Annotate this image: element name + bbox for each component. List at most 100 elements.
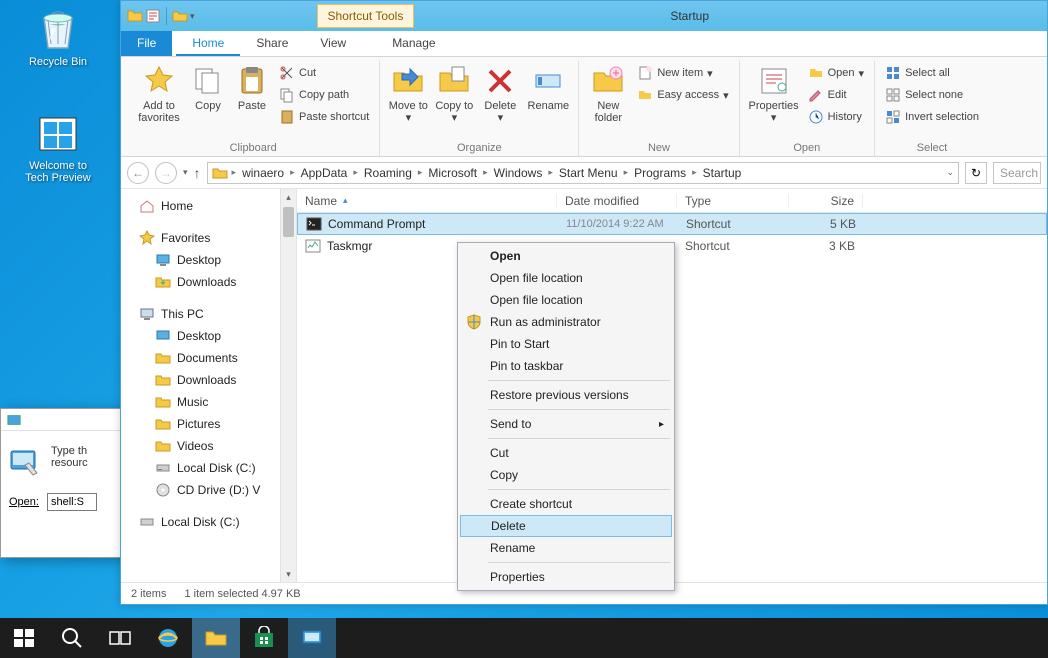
task-view-button[interactable]	[96, 618, 144, 658]
folder-small-icon[interactable]	[172, 8, 188, 24]
sidebar-item-documents[interactable]: Documents	[121, 347, 296, 369]
sidebar-scrollbar[interactable]: ▴ ▾	[280, 189, 296, 582]
sidebar-item-downloads[interactable]: Downloads	[121, 271, 296, 293]
menu-rename[interactable]: Rename	[460, 537, 672, 559]
menu-run-as-admin[interactable]: Run as administrator	[460, 311, 672, 333]
menu-pin-to-start[interactable]: Pin to Start	[460, 333, 672, 355]
file-row[interactable]: Command Prompt 11/10/2014 9:22 AM Shortc…	[297, 213, 1047, 235]
chevron-down-icon[interactable]: ⌄	[946, 167, 954, 178]
breadcrumb-item[interactable]: Startup	[701, 166, 744, 180]
add-to-favorites-button[interactable]: Add to favorites	[133, 61, 185, 128]
up-button[interactable]: ↑	[194, 165, 201, 181]
run-dialog-titlebar[interactable]	[1, 409, 133, 431]
properties-icon[interactable]	[145, 8, 161, 24]
search-button[interactable]	[48, 618, 96, 658]
paste-button[interactable]: Paste	[231, 61, 273, 116]
sidebar-item-local-disk-c[interactable]: Local Disk (C:)	[121, 457, 296, 479]
sidebar-item-desktop2[interactable]: Desktop	[121, 325, 296, 347]
breadcrumb-item[interactable]: Start Menu	[557, 166, 620, 180]
sidebar-item-music[interactable]: Music	[121, 391, 296, 413]
sidebar-item-desktop[interactable]: Desktop	[121, 249, 296, 271]
back-button[interactable]: ←	[127, 162, 149, 184]
sidebar-item-local-disk-c2[interactable]: Local Disk (C:)	[121, 511, 296, 533]
sidebar-item-pictures[interactable]: Pictures	[121, 413, 296, 435]
run-open-input[interactable]	[47, 493, 97, 511]
edit-button[interactable]: Edit	[804, 85, 868, 105]
taskbar-explorer[interactable]	[192, 618, 240, 658]
menu-copy[interactable]: Copy	[460, 464, 672, 486]
sidebar-item-videos[interactable]: Videos	[121, 435, 296, 457]
menu-send-to[interactable]: Send to▸	[460, 413, 672, 435]
menu-open-file-location[interactable]: Open file location	[460, 267, 672, 289]
context-menu: Open Open file location Open file locati…	[457, 242, 675, 591]
recycle-bin-icon	[34, 6, 82, 54]
sidebar-item-home[interactable]: Home	[121, 195, 296, 217]
column-name[interactable]: Name ▴	[297, 194, 557, 208]
rename-button[interactable]: Rename	[524, 61, 572, 116]
sidebar-item-thispc[interactable]: This PC	[121, 303, 296, 325]
tab-home[interactable]: Home	[176, 31, 240, 56]
start-button[interactable]	[0, 618, 48, 658]
windows-icon	[34, 110, 82, 158]
search-input[interactable]: Search	[993, 162, 1041, 184]
menu-delete[interactable]: Delete	[460, 515, 672, 537]
desktop-icon-recycle-bin[interactable]: Recycle Bin	[20, 6, 96, 68]
breadcrumb-item[interactable]: Programs	[632, 166, 688, 180]
paste-shortcut-button[interactable]: Paste shortcut	[275, 107, 373, 127]
breadcrumb-item[interactable]: Microsoft	[426, 166, 479, 180]
copy-to-button[interactable]: Copy to ▾	[432, 61, 476, 128]
copy-path-button[interactable]: Copy path	[275, 85, 373, 105]
easy-access-button[interactable]: Easy access ▾	[633, 85, 732, 105]
column-date[interactable]: Date modified	[557, 194, 677, 208]
menu-create-shortcut[interactable]: Create shortcut	[460, 493, 672, 515]
sidebar-item-favorites[interactable]: Favorites	[121, 227, 296, 249]
menu-cut[interactable]: Cut	[460, 442, 672, 464]
taskbar-run[interactable]	[288, 618, 336, 658]
history-button[interactable]: History	[804, 107, 868, 127]
menu-restore-previous[interactable]: Restore previous versions	[460, 384, 672, 406]
menu-open[interactable]: Open	[460, 245, 672, 267]
desktop-icon-tech-preview[interactable]: Welcome to Tech Preview	[20, 110, 96, 184]
scroll-down-icon[interactable]: ▾	[281, 566, 296, 582]
taskbar-ie[interactable]	[144, 618, 192, 658]
run-dialog: Type th resourc Open:	[0, 408, 134, 558]
select-all-button[interactable]: Select all	[881, 63, 983, 83]
delete-button[interactable]: Delete ▾	[478, 61, 522, 128]
scroll-up-icon[interactable]: ▴	[281, 189, 296, 205]
properties-button[interactable]: Properties ▾	[746, 61, 802, 128]
menu-pin-to-taskbar[interactable]: Pin to taskbar	[460, 355, 672, 377]
column-size[interactable]: Size	[789, 194, 863, 208]
tab-file[interactable]: File	[121, 31, 172, 56]
breadcrumb-item[interactable]: Windows	[492, 166, 545, 180]
tab-share[interactable]: Share	[240, 31, 304, 56]
tab-manage[interactable]: Manage	[376, 31, 451, 56]
refresh-button[interactable]: ↻	[965, 162, 987, 184]
sidebar-item-downloads2[interactable]: Downloads	[121, 369, 296, 391]
column-type[interactable]: Type	[677, 194, 789, 208]
titlebar[interactable]: ▾ Shortcut Tools Startup	[121, 1, 1047, 31]
folder-icon	[212, 165, 228, 181]
invert-selection-button[interactable]: Invert selection	[881, 107, 983, 127]
move-to-button[interactable]: Move to ▾	[386, 61, 430, 128]
cut-button[interactable]: Cut	[275, 63, 373, 83]
breadcrumb-item[interactable]: AppData	[299, 166, 350, 180]
recent-locations-icon[interactable]: ▾	[183, 167, 188, 178]
select-none-button[interactable]: Select none	[881, 85, 983, 105]
new-folder-button[interactable]: New folder	[585, 61, 631, 128]
new-item-button[interactable]: New item ▾	[633, 63, 732, 83]
forward-button[interactable]: →	[155, 162, 177, 184]
ribbon-group-select: Select all Select none Invert selection …	[875, 61, 989, 156]
copy-button[interactable]: Copy	[187, 61, 229, 116]
breadcrumb-item[interactable]: winaero	[240, 166, 286, 180]
menu-properties[interactable]: Properties	[460, 566, 672, 588]
tab-view[interactable]: View	[304, 31, 362, 56]
menu-open-file-location-2[interactable]: Open file location	[460, 289, 672, 311]
column-headers: Name ▴ Date modified Type Size	[297, 189, 1047, 213]
open-button[interactable]: Open ▾	[804, 63, 868, 83]
breadcrumb[interactable]: ▸ winaero▸ AppData▸ Roaming▸ Microsoft▸ …	[207, 162, 959, 184]
scrollbar-thumb[interactable]	[283, 207, 294, 237]
chevron-down-icon[interactable]: ▾	[190, 11, 195, 22]
taskbar-store[interactable]	[240, 618, 288, 658]
sidebar-item-cd-drive[interactable]: CD Drive (D:) V	[121, 479, 296, 501]
breadcrumb-item[interactable]: Roaming	[362, 166, 414, 180]
